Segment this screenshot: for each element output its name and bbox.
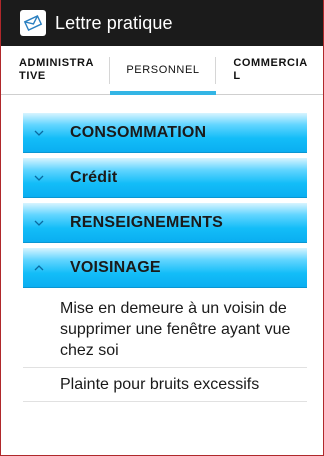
group-label: Crédit — [70, 169, 118, 186]
tab-label: ADMINISTRATIVE — [19, 57, 95, 82]
selected-tab-indicator — [109, 91, 217, 95]
group-voisinage[interactable]: VOISINAGE — [23, 248, 307, 288]
list-item[interactable]: Plainte pour bruits excessifs — [23, 368, 307, 402]
app-title: Lettre pratique — [55, 12, 173, 33]
group-label: CONSOMMATION — [70, 124, 207, 141]
tab-label: COMMERCIAL — [233, 57, 308, 82]
tab-personnel[interactable]: PERSONNEL — [109, 46, 217, 95]
category-list: CONSOMMATION Crédit RENSEIGNEMENTS VOISI… — [23, 113, 307, 293]
tab-commercial[interactable]: COMMERCIAL — [216, 46, 323, 94]
chevron-down-icon — [34, 175, 44, 181]
tab-bar: ADMINISTRATIVE PERSONNEL COMMERCIAL — [1, 46, 323, 95]
action-bar: Lettre pratique — [1, 0, 323, 46]
voisinage-items: Mise en demeure à un voisin de supprimer… — [23, 293, 307, 402]
chevron-down-icon — [34, 130, 44, 136]
chevron-down-icon — [34, 220, 44, 226]
envelope-icon[interactable] — [20, 10, 46, 36]
tab-administrative[interactable]: ADMINISTRATIVE — [1, 46, 110, 94]
group-credit[interactable]: Crédit — [23, 158, 307, 198]
group-renseignements[interactable]: RENSEIGNEMENTS — [23, 203, 307, 243]
group-label: RENSEIGNEMENTS — [70, 214, 224, 231]
tab-label: PERSONNEL — [126, 63, 200, 76]
group-label: VOISINAGE — [70, 259, 161, 276]
list-item[interactable]: Mise en demeure à un voisin de supprimer… — [23, 293, 307, 368]
chevron-up-icon — [34, 265, 44, 271]
group-consommation[interactable]: CONSOMMATION — [23, 113, 307, 153]
app-window: Lettre pratique ADMINISTRATIVE PERSONNEL… — [0, 0, 324, 456]
